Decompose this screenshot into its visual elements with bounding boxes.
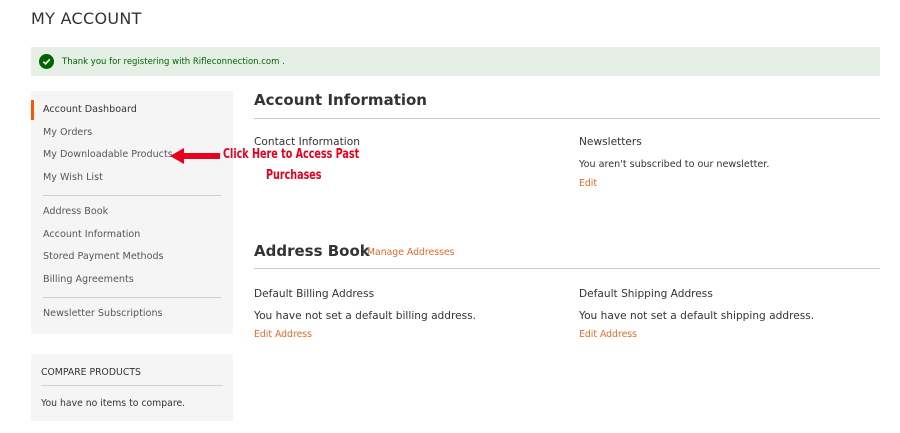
annotation-text-line-1: Click Here to Access Past [223,147,360,162]
compare-empty-text: You have no items to compare. [41,398,186,409]
sidebar-item-my-orders[interactable]: My Orders [43,127,92,138]
sidebar-item-address-book[interactable]: Address Book [43,206,108,217]
section-divider [254,118,880,119]
edit-shipping-address-link[interactable]: Edit Address [579,329,637,340]
newsletters-edit-link[interactable]: Edit [579,178,597,189]
success-message-text: Thank you for registering with Rifleconn… [62,56,285,67]
default-billing-address-text: You have not set a default billing addre… [254,310,477,322]
sidebar-divider [43,195,221,196]
newsletters-status-text: You aren't subscribed to our newsletter. [579,159,770,170]
success-message: Thank you for registering with Rifleconn… [31,47,880,76]
sidebar-item-my-downloadable-products[interactable]: My Downloadable Products [43,149,173,160]
sidebar-item-newsletter-subscriptions[interactable]: Newsletter Subscriptions [43,308,163,319]
sidebar-divider [43,297,221,298]
section-divider [254,268,880,269]
compare-products-block: COMPARE PRODUCTS You have no items to co… [31,354,233,421]
sidebar-item-billing-agreements[interactable]: Billing Agreements [43,274,134,285]
active-indicator [31,100,34,120]
compare-divider [41,385,223,386]
red-arrow-icon [170,148,220,164]
address-book-heading: Address Book [254,242,370,260]
default-shipping-address-text: You have not set a default shipping addr… [579,310,815,322]
newsletters-title: Newsletters [579,136,642,148]
page-title: MY ACCOUNT [31,9,142,28]
compare-products-title: COMPARE PRODUCTS [41,367,141,378]
default-billing-address-title: Default Billing Address [254,288,375,300]
account-information-heading: Account Information [254,91,427,109]
annotation-text-line-2: Purchases [266,168,322,183]
sidebar-item-stored-payment-methods[interactable]: Stored Payment Methods [43,251,164,262]
sidebar-item-my-wish-list[interactable]: My Wish List [43,172,103,183]
manage-addresses-link[interactable]: Manage Addresses [367,247,454,258]
sidebar-item-account-dashboard[interactable]: Account Dashboard [43,104,137,115]
edit-billing-address-link[interactable]: Edit Address [254,329,312,340]
default-shipping-address-title: Default Shipping Address [579,288,713,300]
checkmark-icon [39,54,54,69]
sidebar-item-account-information[interactable]: Account Information [43,229,140,240]
account-sidebar-nav: Account Dashboard My Orders My Downloada… [31,91,233,334]
